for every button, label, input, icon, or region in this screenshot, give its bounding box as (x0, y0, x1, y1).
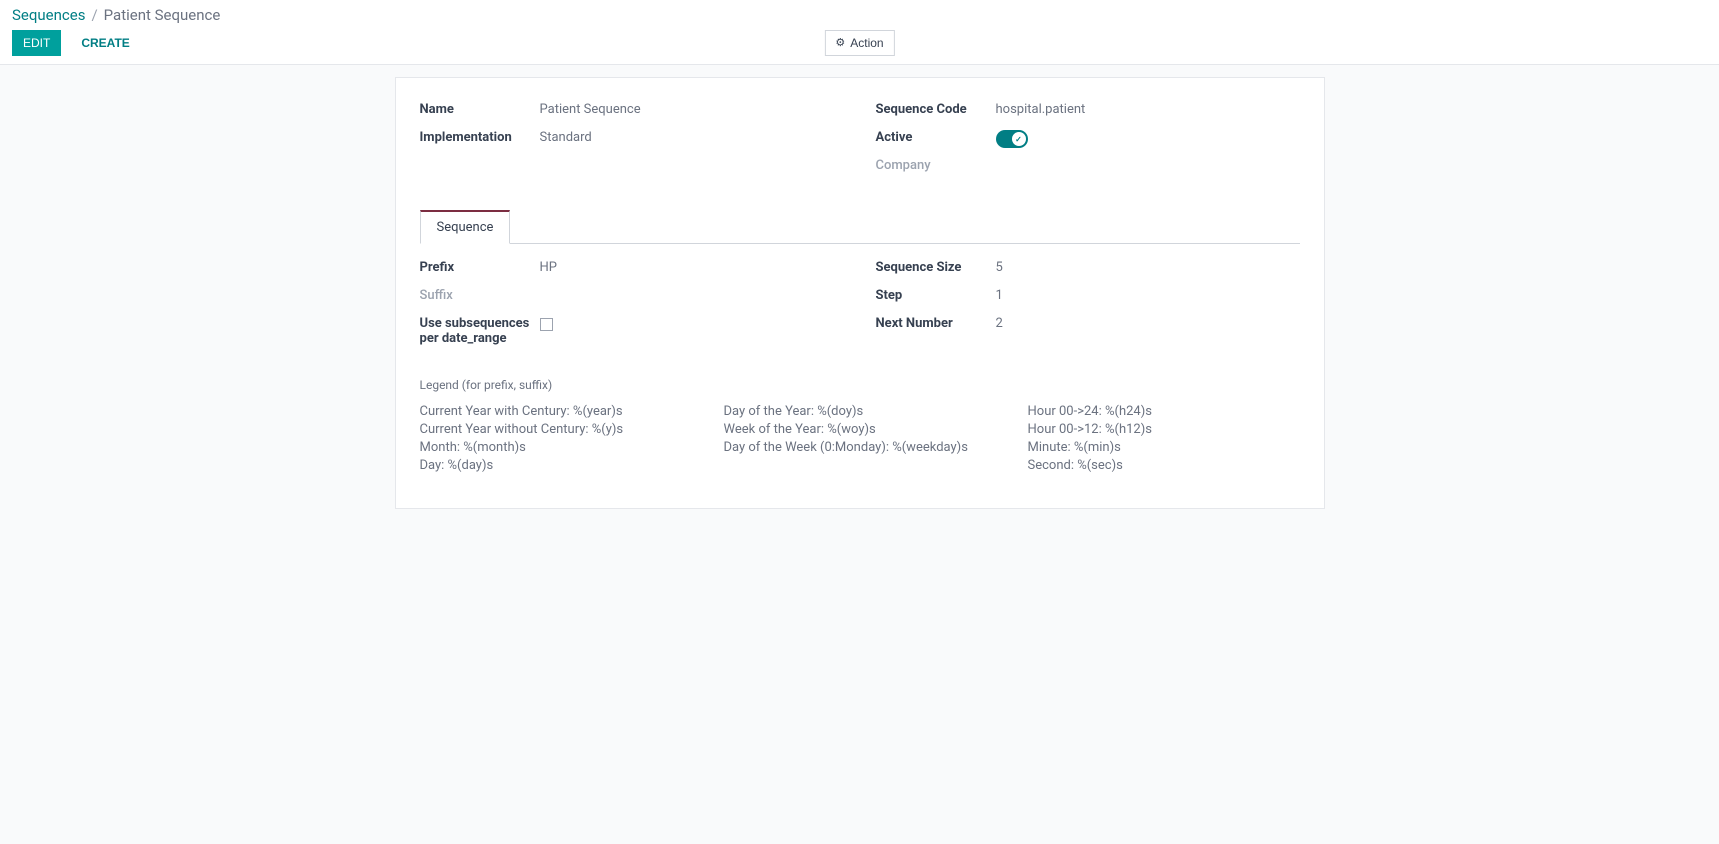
legend-item: Day of the Week (0:Monday): %(weekday)s (724, 440, 996, 455)
create-button[interactable]: CREATE (73, 31, 137, 55)
action-button[interactable]: ⚙ Action (824, 30, 894, 56)
legend-item: Current Year without Century: %(y)s (420, 422, 692, 437)
tab-sequence[interactable]: Sequence (420, 210, 511, 244)
legend-item: Current Year with Century: %(year)s (420, 404, 692, 419)
step-value: 1 (996, 288, 1003, 303)
legend-item: Hour 00->24: %(h24)s (1028, 404, 1300, 419)
sequence-code-label: Sequence Code (876, 102, 996, 117)
active-toggle[interactable]: ✓ (996, 130, 1028, 148)
form-sheet: Name Patient Sequence Implementation Sta… (395, 77, 1325, 509)
gear-icon: ⚙ (835, 38, 845, 49)
implementation-value: Standard (540, 130, 592, 145)
name-value: Patient Sequence (540, 102, 641, 117)
prefix-label: Prefix (420, 260, 540, 275)
company-label: Company (876, 158, 996, 173)
legend-title: Legend (for prefix, suffix) (420, 378, 1300, 392)
suffix-label: Suffix (420, 288, 540, 303)
use-subsequences-label: Use subsequences per date_range (420, 316, 540, 346)
action-button-label: Action (850, 36, 883, 50)
legend-item: Hour 00->12: %(h12)s (1028, 422, 1300, 437)
name-label: Name (420, 102, 540, 117)
next-number-value: 2 (996, 316, 1003, 331)
sequence-code-value: hospital.patient (996, 102, 1086, 117)
legend-item: Minute: %(min)s (1028, 440, 1300, 455)
legend-item: Month: %(month)s (420, 440, 692, 455)
active-label: Active (876, 130, 996, 145)
legend-item: Second: %(sec)s (1028, 458, 1300, 473)
legend-item: Day of the Year: %(doy)s (724, 404, 996, 419)
prefix-value: HP (540, 260, 557, 275)
legend-item: Day: %(day)s (420, 458, 692, 473)
next-number-label: Next Number (876, 316, 996, 331)
breadcrumb: Sequences / Patient Sequence (12, 6, 1707, 24)
legend-item: Week of the Year: %(woy)s (724, 422, 996, 437)
use-subsequences-checkbox[interactable] (540, 318, 553, 331)
implementation-label: Implementation (420, 130, 540, 145)
breadcrumb-current: Patient Sequence (104, 6, 221, 24)
sequence-size-label: Sequence Size (876, 260, 996, 275)
sequence-size-value: 5 (996, 260, 1003, 275)
edit-button[interactable]: EDIT (12, 30, 61, 56)
tabs: Sequence (420, 210, 1300, 244)
check-icon: ✓ (1012, 132, 1026, 146)
legend-columns: Current Year with Century: %(year)s Curr… (420, 404, 1300, 476)
breadcrumb-parent[interactable]: Sequences (12, 6, 85, 24)
step-label: Step (876, 288, 996, 303)
breadcrumb-separator: / (91, 6, 97, 24)
